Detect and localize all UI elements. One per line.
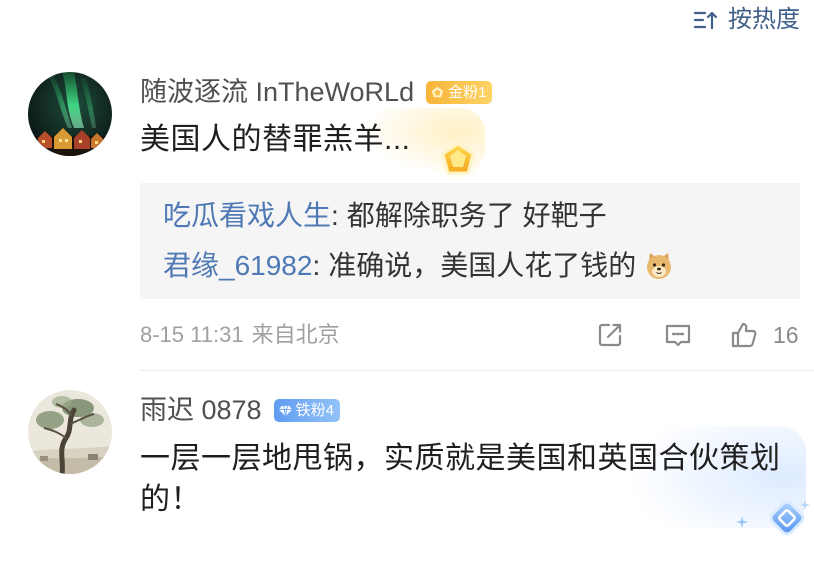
share-icon[interactable] — [595, 320, 625, 350]
comment-text[interactable]: 一层一层地甩锅，实质就是美国和英国合伙策划的！ — [140, 438, 795, 520]
landscape-painting-avatar[interactable] — [28, 390, 112, 474]
share-button[interactable] — [595, 320, 625, 350]
gold-fan-crown-icon — [431, 86, 444, 97]
username[interactable]: 雨迟 0878 — [140, 394, 262, 426]
reply-text[interactable]: 都解除职务了 好靶子 — [347, 191, 607, 241]
sparkle-icon — [800, 500, 810, 510]
comment-header: 随波逐流 InTheWoRLd 金粉1 — [140, 76, 493, 108]
avatar[interactable] — [28, 390, 112, 474]
reply-separator: : — [331, 200, 339, 231]
gold-gem-icon — [434, 140, 482, 182]
fan-badge-label: 铁粉4 — [295, 401, 334, 419]
comment-source: 来自北京 — [251, 322, 340, 347]
reply-username[interactable]: 吃瓜看戏人生 — [163, 191, 331, 241]
comment-item: 随波逐流 InTheWoRLd 金粉1 美国人的替罪羔羊... 吃瓜看戏人生:… — [0, 72, 814, 372]
iron-fan-diamond-icon — [278, 405, 292, 416]
sort-icon[interactable] — [693, 8, 719, 32]
aurora-night-avatar[interactable] — [28, 72, 112, 156]
comment-item: 雨迟 0878 铁粉4 一层一层地甩锅，实质就是美国和英国合伙策划的！ — [0, 390, 814, 561]
fan-badge-label: 金粉1 — [448, 83, 487, 101]
sort-by-hot-button[interactable]: 按热度 — [693, 5, 800, 35]
divider — [140, 370, 814, 371]
comment-text[interactable]: 美国人的替罪羔羊... — [140, 120, 411, 160]
sort-label[interactable]: 按热度 — [728, 5, 800, 35]
avatar[interactable] — [28, 72, 112, 156]
fan-badge[interactable]: 金粉1 — [426, 80, 493, 104]
reply-text[interactable]: 准确说，美国人花了钱的 — [328, 241, 636, 291]
reply-item[interactable]: 君缘_61982 : 准确说，美国人花了钱的 — [163, 241, 800, 291]
comment-header: 雨迟 0878 铁粉4 — [140, 394, 340, 426]
comment-time: 8-15 11:31 — [140, 322, 244, 347]
reply-separator: : — [312, 250, 321, 281]
username[interactable]: 随波逐流 InTheWoRLd — [140, 76, 414, 108]
reply-preview-box[interactable]: 吃瓜看戏人生 : 都解除职务了 好靶子 君缘_61982 : 准确说，美国人花了… — [140, 183, 800, 299]
like-button[interactable]: 16 — [729, 320, 799, 350]
reply-username[interactable]: 君缘_61982 — [163, 241, 312, 291]
sparkle-icon — [736, 516, 748, 528]
comment-button[interactable] — [663, 320, 693, 350]
like-icon[interactable] — [729, 320, 759, 350]
comment-meta: 8-15 11:31 来自北京 — [140, 318, 340, 352]
like-count[interactable]: 16 — [773, 320, 799, 350]
doge-emoji-icon — [647, 253, 672, 279]
comment-icon[interactable] — [663, 320, 693, 350]
reply-item[interactable]: 吃瓜看戏人生 : 都解除职务了 好靶子 — [163, 191, 800, 241]
fan-badge[interactable]: 铁粉4 — [273, 398, 340, 422]
